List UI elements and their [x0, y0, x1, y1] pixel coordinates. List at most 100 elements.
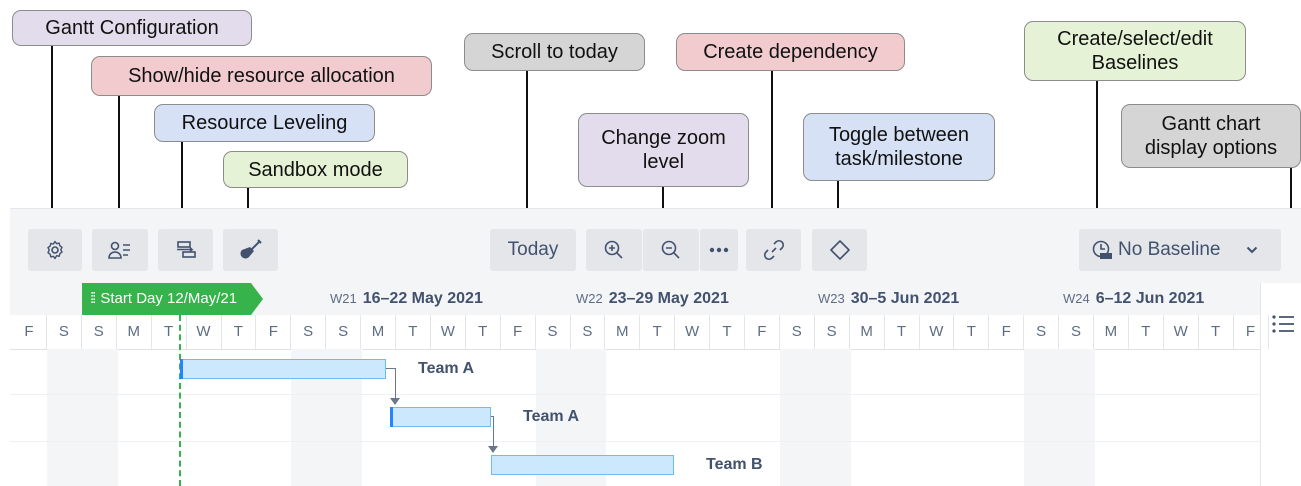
- day-label: W: [929, 323, 944, 340]
- week-label: W23 30–5 Jun 2021: [818, 290, 960, 307]
- day-label: T: [1211, 323, 1221, 340]
- task-bar[interactable]: [180, 359, 386, 379]
- day-label: F: [24, 323, 34, 340]
- leader-line: [1096, 81, 1098, 208]
- resource-allocation-button[interactable]: [92, 229, 148, 271]
- day-separator: [255, 315, 257, 349]
- callout-gantt-configuration: Gantt Configuration: [12, 10, 252, 46]
- display-options-button[interactable]: [1271, 313, 1295, 337]
- day-label: W: [440, 323, 455, 340]
- day-separator: [988, 315, 990, 349]
- callout-display-options: Gantt chart display options: [1121, 104, 1301, 168]
- task-bar[interactable]: [491, 455, 674, 475]
- day-separator: [953, 315, 955, 349]
- day-label: F: [513, 323, 523, 340]
- baseline-label: No Baseline: [1118, 239, 1221, 260]
- day-label: M: [127, 323, 140, 340]
- link-icon: [763, 239, 784, 261]
- row-divider: [10, 441, 1260, 442]
- callout-show-hide-resource: Show/hide resource allocation: [91, 56, 432, 96]
- day-separator: [395, 315, 396, 349]
- day-separator: [360, 315, 362, 349]
- task-bar[interactable]: [390, 407, 491, 427]
- toggle-milestone-button[interactable]: [812, 229, 867, 271]
- day-label: S: [93, 323, 104, 340]
- day-separator: [1267, 315, 1269, 349]
- resource-leveling-button[interactable]: [158, 229, 213, 271]
- leader-line: [51, 46, 53, 208]
- leader-line: [526, 71, 528, 208]
- day-separator: [150, 315, 152, 349]
- day-separator: [115, 315, 117, 349]
- day-separator: [778, 315, 780, 349]
- day-separator: [499, 315, 501, 349]
- task-label: Team A: [418, 360, 475, 377]
- leader-line: [837, 181, 839, 208]
- day-separator: [464, 315, 466, 349]
- callout-change-zoom: Change zoom level: [578, 113, 749, 187]
- week-label: W21 16–22 May 2021: [330, 290, 483, 307]
- day-separator: [290, 315, 292, 349]
- resource-leveling-icon: [176, 241, 196, 258]
- milestone-flag[interactable]: ⁞⁞ Start Day 12/May/21: [82, 283, 264, 315]
- day-label: S: [58, 323, 69, 340]
- gantt-app: Today No Baseline W21 16–22 May 2021 W22 2…: [10, 208, 1301, 486]
- day-separator: [744, 315, 745, 349]
- day-label: M: [860, 323, 873, 340]
- milestone-flag-label: Start Day 12/May/21: [100, 290, 238, 307]
- day-label: F: [1245, 323, 1256, 340]
- day-label: S: [1070, 323, 1081, 340]
- day-label: M: [371, 323, 385, 340]
- today-button[interactable]: Today: [490, 229, 576, 271]
- leader-line: [118, 96, 120, 208]
- day-separator: [569, 315, 571, 349]
- leader-line: [181, 142, 183, 208]
- leader-line: [771, 71, 773, 208]
- day-label: M: [616, 323, 629, 340]
- day-label: S: [791, 323, 802, 340]
- day-label: S: [1036, 323, 1047, 340]
- row-divider: [10, 394, 1260, 395]
- task-label: Team B: [706, 456, 763, 473]
- weekend-column: [1024, 349, 1061, 486]
- day-separator: [604, 315, 606, 349]
- day-separator: [1058, 315, 1060, 349]
- toolbar: Today No Baseline: [10, 209, 1301, 283]
- day-label: T: [408, 323, 418, 340]
- create-dependency-button[interactable]: [746, 229, 801, 271]
- day-separator: [674, 315, 676, 349]
- baseline-icon: [1092, 240, 1112, 259]
- day-separator: [639, 315, 641, 349]
- callout-sandbox-mode: Sandbox mode: [223, 151, 408, 188]
- drag-handle-icon: ⁞⁞: [90, 290, 97, 307]
- zoom-out-icon: [661, 240, 680, 259]
- more-zoom-button[interactable]: [700, 229, 738, 271]
- day-label: T: [164, 323, 174, 340]
- day-label: T: [896, 323, 907, 340]
- day-separator: [1232, 315, 1234, 349]
- day-label: F: [757, 323, 767, 340]
- week-label: W22 23–29 May 2021: [576, 290, 729, 307]
- weekend-column: [814, 349, 851, 486]
- zoom-in-button[interactable]: [586, 229, 642, 271]
- gantt-configuration-button[interactable]: [28, 229, 82, 271]
- day-label: S: [826, 323, 837, 340]
- weekend-column: [81, 349, 118, 486]
- leader-line: [662, 187, 664, 208]
- callout-create-dependency: Create dependency: [676, 33, 905, 71]
- zoom-in-icon: [604, 240, 623, 259]
- day-label: T: [1141, 323, 1151, 340]
- day-label: T: [478, 323, 488, 340]
- day-separator: [185, 315, 187, 349]
- day-separator: [534, 315, 536, 349]
- sandbox-mode-button[interactable]: [223, 229, 278, 271]
- day-separator: [1093, 315, 1094, 349]
- day-separator: [1162, 315, 1164, 349]
- day-label: M: [1104, 323, 1118, 340]
- zoom-out-button[interactable]: [643, 229, 699, 271]
- dependency-connector: [493, 416, 494, 446]
- day-label: T: [652, 323, 662, 340]
- day-separator: [709, 315, 711, 349]
- day-label: F: [1001, 323, 1011, 340]
- baseline-dropdown[interactable]: No Baseline: [1079, 229, 1281, 271]
